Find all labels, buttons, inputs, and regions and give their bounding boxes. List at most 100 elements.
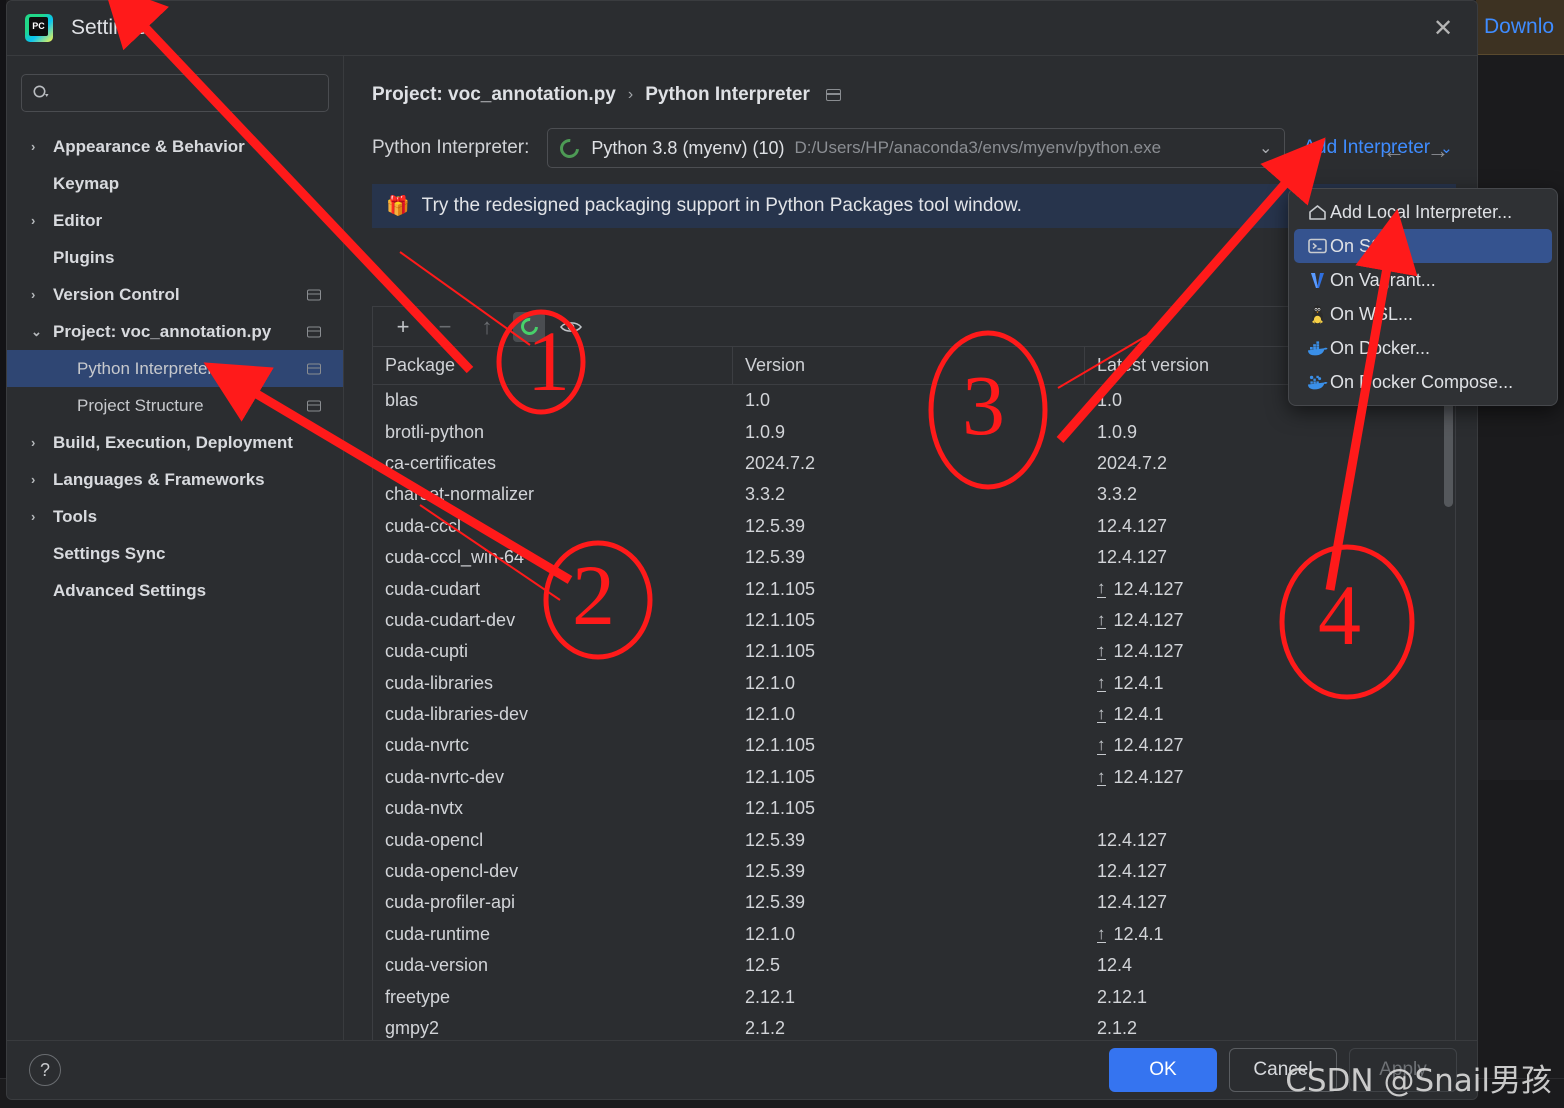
terminal-icon bbox=[1304, 238, 1330, 254]
search-box[interactable] bbox=[21, 74, 329, 112]
menu-item-on-docker[interactable]: On Docker... bbox=[1294, 331, 1552, 365]
cell-version: 12.5.39 bbox=[745, 547, 806, 568]
table-row[interactable]: freetype 2.12.1 2.12.1 bbox=[373, 981, 1455, 1012]
search-icon bbox=[32, 84, 50, 102]
cell-version: 1.0.9 bbox=[745, 421, 786, 442]
menu-item-on-vagrant[interactable]: On Vagrant... bbox=[1294, 263, 1552, 297]
cell-latest-version: ↑ 12.4.1 bbox=[1085, 673, 1455, 694]
menu-item-label: On Docker Compose... bbox=[1330, 371, 1514, 392]
add-package-button[interactable]: + bbox=[387, 312, 419, 342]
watermark: CSDN @Snail男孩 bbox=[1285, 1063, 1552, 1099]
cell-package: cuda-cudart-dev bbox=[385, 609, 516, 630]
chevron-down-icon[interactable]: ⌄ bbox=[31, 324, 53, 340]
interpreter-path: D:/Users/HP/anaconda3/envs/myenv/python.… bbox=[794, 138, 1162, 157]
upgrade-available-icon[interactable]: ↑ bbox=[1097, 674, 1106, 692]
sidebar-item-project-voc-annotation-py[interactable]: ⌄ Project: voc_annotation.py bbox=[7, 313, 343, 350]
table-row[interactable]: ca-certificates 2024.7.2 2024.7.2 bbox=[373, 448, 1455, 479]
cell-latest-version: 2.12.1 bbox=[1085, 987, 1455, 1008]
cell-package: cuda-opencl bbox=[385, 829, 484, 850]
sidebar-item-build-execution-deployment[interactable]: › Build, Execution, Deployment bbox=[7, 424, 343, 461]
cell-latest-version: 12.4.127 bbox=[1085, 861, 1455, 882]
column-header-version[interactable]: Version bbox=[733, 347, 1085, 384]
sidebar-item-version-control[interactable]: › Version Control bbox=[7, 276, 343, 313]
table-row[interactable]: cuda-libraries-dev 12.1.0 ↑ 12.4.1 bbox=[373, 699, 1455, 730]
chevron-right-icon[interactable]: › bbox=[31, 287, 53, 302]
cell-latest-version: 2024.7.2 bbox=[1085, 453, 1455, 474]
background-download-notification[interactable]: Downlo bbox=[1476, 0, 1564, 55]
upgrade-package-button[interactable]: ↑ bbox=[471, 312, 503, 342]
cell-version: 12.5.39 bbox=[745, 515, 806, 536]
upgrade-available-icon[interactable]: ↑ bbox=[1097, 768, 1106, 786]
upgrade-available-icon[interactable]: ↑ bbox=[1097, 611, 1106, 629]
upgrade-available-icon[interactable]: ↑ bbox=[1097, 925, 1106, 943]
sidebar-item-keymap[interactable]: Keymap bbox=[7, 165, 343, 202]
table-row[interactable]: cuda-profiler-api 12.5.39 12.4.127 bbox=[373, 887, 1455, 918]
latest-version-text: 12.4.127 bbox=[1097, 892, 1168, 913]
add-interpreter-menu: Add Local Interpreter... On SSH... On Vagr… bbox=[1288, 188, 1558, 406]
interpreter-select[interactable]: Python 3.8 (myenv) (10) D:/Users/HP/anac… bbox=[547, 128, 1286, 168]
nav-forward-icon[interactable]: → bbox=[1427, 138, 1449, 164]
sidebar-item-project-structure[interactable]: Project Structure bbox=[7, 387, 343, 424]
chevron-right-icon[interactable]: › bbox=[31, 509, 53, 524]
nav-back-icon[interactable]: ← bbox=[1383, 138, 1405, 164]
ok-button[interactable]: OK bbox=[1109, 1048, 1217, 1092]
table-row[interactable]: cuda-nvtx 12.1.105 bbox=[373, 793, 1455, 824]
sidebar-item-plugins[interactable]: Plugins bbox=[7, 239, 343, 276]
sidebar-item-appearance-behavior[interactable]: › Appearance & Behavior bbox=[7, 128, 343, 165]
table-row[interactable]: cuda-cccl_win-64 12.5.39 12.4.127 bbox=[373, 542, 1455, 573]
table-row[interactable]: cuda-nvrtc 12.1.105 ↑ 12.4.127 bbox=[373, 730, 1455, 761]
latest-version-text: 3.3.2 bbox=[1097, 484, 1138, 505]
table-row[interactable]: cuda-opencl 12.5.39 12.4.127 bbox=[373, 824, 1455, 855]
cell-version: 12.1.105 bbox=[745, 735, 816, 756]
menu-item-on-docker-compose[interactable]: On Docker Compose... bbox=[1294, 365, 1552, 399]
close-icon[interactable]: ✕ bbox=[1431, 17, 1455, 41]
column-header-package[interactable]: Package bbox=[373, 347, 733, 384]
sidebar-item-tools[interactable]: › Tools bbox=[7, 498, 343, 535]
help-button[interactable]: ? bbox=[29, 1054, 61, 1086]
cell-package: brotli-python bbox=[385, 421, 485, 442]
upgrade-available-icon[interactable]: ↑ bbox=[1097, 705, 1106, 724]
download-link-label: Downlo bbox=[1484, 15, 1555, 38]
table-row[interactable]: cuda-cccl 12.5.39 12.4.127 bbox=[373, 511, 1455, 542]
menu-item-on-ssh[interactable]: On SSH... bbox=[1294, 229, 1552, 263]
packages-table-body[interactable]: blas 1.0 1.0 brotli-python 1.0.9 1.0.9 ca-cert… bbox=[373, 385, 1455, 1051]
search-input[interactable] bbox=[57, 84, 318, 102]
cell-version: 3.3.2 bbox=[745, 484, 786, 505]
table-row[interactable]: charset-normalizer 3.3.2 3.3.2 bbox=[373, 479, 1455, 510]
sidebar-item-label: Editor bbox=[53, 210, 103, 230]
latest-version-text: 12.4.127 bbox=[1113, 609, 1184, 630]
table-row[interactable]: cuda-libraries 12.1.0 ↑ 12.4.1 bbox=[373, 668, 1455, 699]
latest-version-text: 1.0 bbox=[1097, 390, 1123, 411]
eye-icon[interactable] bbox=[555, 312, 587, 342]
latest-version-text: 12.4.127 bbox=[1113, 578, 1184, 599]
upgrade-available-icon[interactable]: ↑ bbox=[1097, 736, 1106, 755]
pycharm-logo-icon bbox=[25, 14, 53, 42]
sidebar-item-python-interpreter[interactable]: Python Interpreter bbox=[7, 350, 343, 387]
table-row[interactable]: cuda-cupti 12.1.105 ↑ 12.4.127 bbox=[373, 636, 1455, 667]
upgrade-available-icon[interactable]: ↑ bbox=[1097, 642, 1106, 661]
python-env-icon[interactable] bbox=[513, 311, 545, 342]
sidebar-item-advanced-settings[interactable]: Advanced Settings bbox=[7, 572, 343, 609]
table-row[interactable]: cuda-nvrtc-dev 12.1.105 ↑ 12.4.127 bbox=[373, 762, 1455, 793]
table-row[interactable]: cuda-version 12.5 12.4 bbox=[373, 950, 1455, 981]
chevron-right-icon[interactable]: › bbox=[31, 435, 53, 450]
table-row[interactable]: cuda-cudart-dev 12.1.105 ↑ 12.4.127 bbox=[373, 605, 1455, 636]
table-row[interactable]: brotli-python 1.0.9 1.0.9 bbox=[373, 416, 1455, 447]
chevron-right-icon[interactable]: › bbox=[31, 213, 53, 228]
sidebar-item-languages-frameworks[interactable]: › Languages & Frameworks bbox=[7, 461, 343, 498]
chevron-right-icon[interactable]: › bbox=[31, 139, 53, 154]
upgrade-available-icon[interactable]: ↑ bbox=[1097, 579, 1106, 598]
remove-package-button[interactable]: − bbox=[429, 312, 461, 342]
menu-item-add-local-interpreter[interactable]: Add Local Interpreter... bbox=[1294, 195, 1552, 229]
sidebar-item-editor[interactable]: › Editor bbox=[7, 202, 343, 239]
docker-icon bbox=[1304, 340, 1330, 356]
breadcrumb-project[interactable]: Project: voc_annotation.py bbox=[372, 84, 616, 106]
table-row[interactable]: cuda-runtime 12.1.0 ↑ 12.4.1 bbox=[373, 919, 1455, 950]
table-row[interactable]: cuda-cudart 12.1.105 ↑ 12.4.127 bbox=[373, 573, 1455, 604]
latest-version-text: 12.4.1 bbox=[1113, 672, 1164, 693]
chevron-right-icon[interactable]: › bbox=[31, 472, 53, 487]
sidebar-item-settings-sync[interactable]: Settings Sync bbox=[7, 535, 343, 572]
menu-item-on-wsl[interactable]: On WSL... bbox=[1294, 297, 1552, 331]
cell-latest-version: ↑ 12.4.1 bbox=[1085, 924, 1455, 945]
table-row[interactable]: cuda-opencl-dev 12.5.39 12.4.127 bbox=[373, 856, 1455, 887]
